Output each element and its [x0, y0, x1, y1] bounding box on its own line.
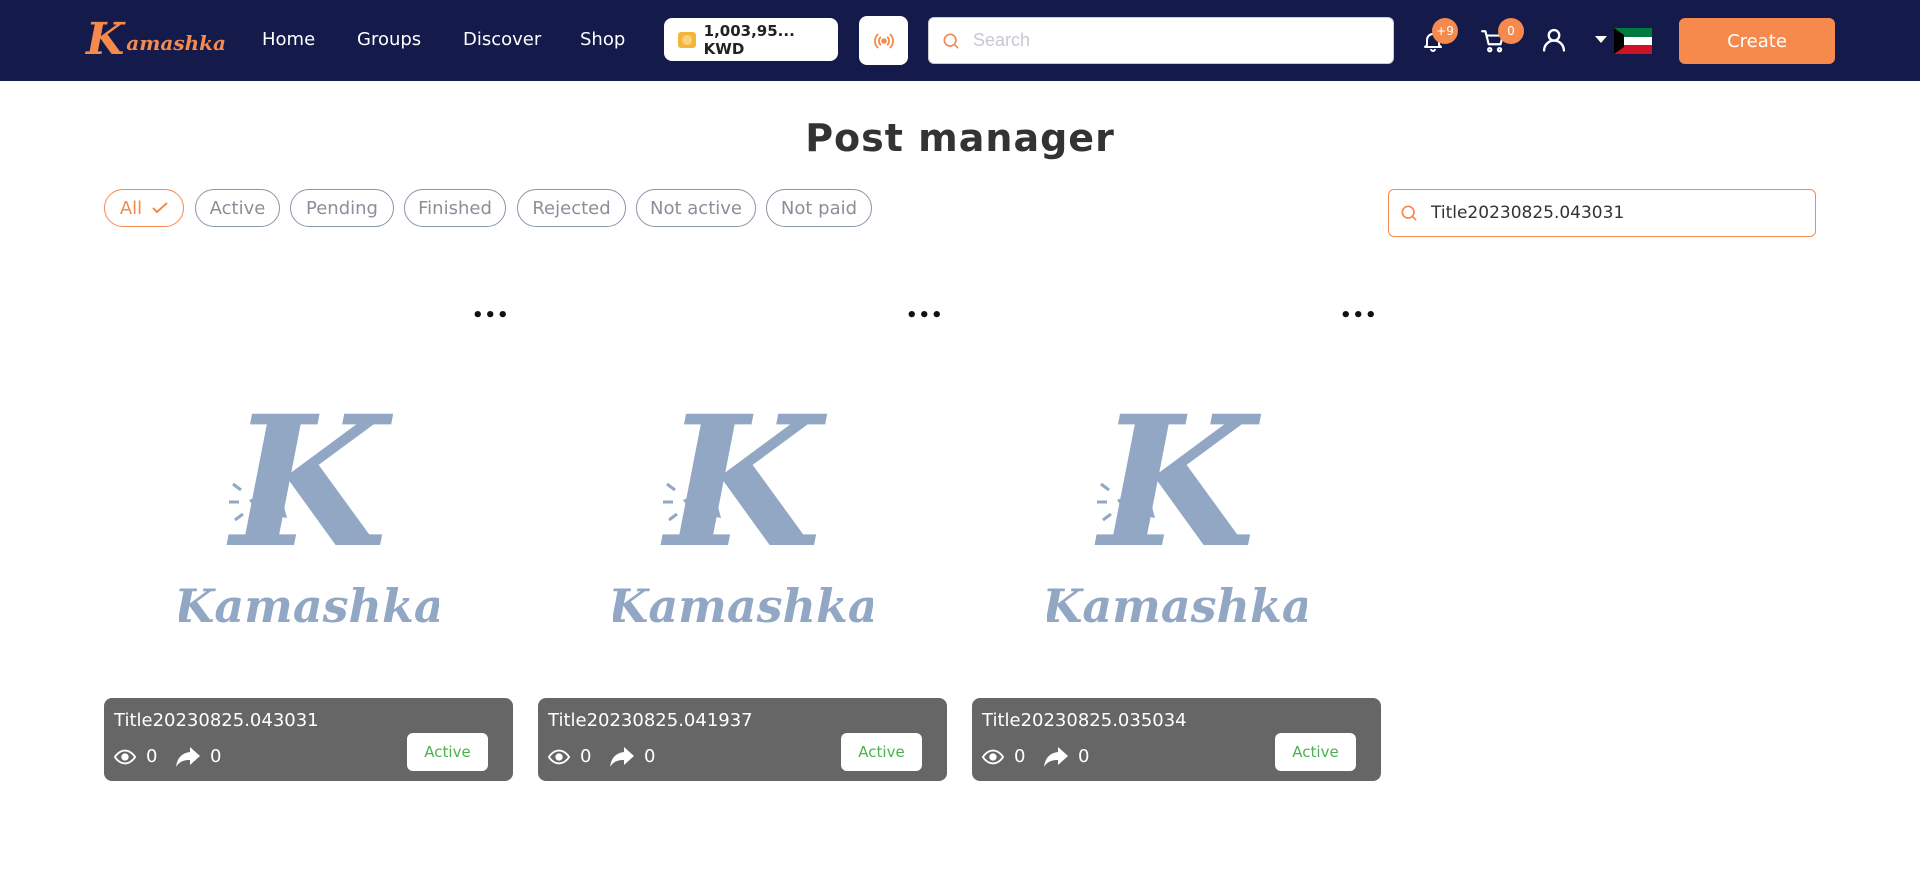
- wallet-balance: 1,003,95... KWD: [703, 21, 795, 58]
- share-icon: [610, 746, 634, 767]
- notifications-badge: +9: [1432, 18, 1458, 44]
- live-button[interactable]: [859, 16, 908, 65]
- post-title: Title20230825.035034: [982, 710, 1187, 731]
- post-image-text: Kamashka: [179, 579, 439, 630]
- filter-finished[interactable]: Finished: [404, 189, 506, 227]
- shares-count: 0: [1078, 746, 1090, 767]
- nav-shop[interactable]: Shop: [580, 29, 625, 50]
- post-image: K Kamashka: [972, 370, 1381, 650]
- top-navbar: K amashka Home Groups Discover Shop 1,00…: [0, 0, 1920, 81]
- svg-text:K: K: [225, 390, 393, 588]
- coins-icon: [678, 31, 696, 48]
- svg-text:K: K: [659, 390, 827, 588]
- filter-not-active[interactable]: Not active: [636, 189, 756, 227]
- nav-discover[interactable]: Discover: [463, 29, 541, 50]
- nav-home[interactable]: Home: [262, 29, 315, 50]
- post-image: K Kamashka: [104, 370, 513, 650]
- kamashka-logo[interactable]: K amashka: [86, 10, 226, 70]
- share-icon: [176, 746, 200, 767]
- profile-button[interactable]: [1538, 24, 1570, 56]
- post-shares: 0: [176, 746, 221, 767]
- kuwait-flag-icon[interactable]: [1614, 28, 1652, 54]
- broadcast-icon: [873, 33, 894, 48]
- language-dropdown-toggle[interactable]: [1594, 33, 1608, 47]
- nav-groups[interactable]: Groups: [357, 29, 421, 50]
- share-icon: [1044, 746, 1068, 767]
- more-icon[interactable]: •••: [1340, 305, 1378, 326]
- post-search[interactable]: [1388, 189, 1816, 237]
- page-title: Post manager: [805, 116, 1115, 160]
- post-views: 0: [548, 746, 591, 767]
- more-icon[interactable]: •••: [906, 305, 944, 326]
- post-title: Title20230825.043031: [114, 710, 319, 731]
- filter-rejected[interactable]: Rejected: [517, 189, 626, 227]
- post-card-footer: Title20230825.043031 0 0 Active: [104, 698, 513, 781]
- post-card-footer: Title20230825.041937 0 0 Active: [538, 698, 947, 781]
- global-search[interactable]: [928, 17, 1394, 64]
- check-icon: [152, 202, 168, 214]
- global-search-input[interactable]: [973, 30, 1373, 51]
- search-icon: [943, 33, 959, 49]
- logo-initial: K: [86, 14, 125, 65]
- shares-count: 0: [644, 746, 656, 767]
- post-card[interactable]: ••• K Kamashka Title20230825.041937 0 0 …: [538, 290, 947, 781]
- filter-active[interactable]: Active: [195, 189, 280, 227]
- post-shares: 0: [1044, 746, 1089, 767]
- logo-text: amashka: [126, 31, 226, 55]
- eye-icon: [114, 749, 136, 764]
- user-icon: [1542, 28, 1566, 52]
- post-views: 0: [982, 746, 1025, 767]
- eye-icon: [982, 749, 1004, 764]
- shares-count: 0: [210, 746, 222, 767]
- caret-down-icon: [1595, 36, 1607, 43]
- wallet-balance-button[interactable]: 1,003,95... KWD: [664, 18, 838, 61]
- post-views: 0: [114, 746, 157, 767]
- filter-all-label: All: [119, 197, 143, 219]
- create-button[interactable]: Create: [1679, 18, 1835, 64]
- post-image-text: Kamashka: [613, 579, 873, 630]
- status-badge: Active: [841, 733, 922, 771]
- post-search-input[interactable]: [1431, 203, 1791, 223]
- views-count: 0: [146, 746, 158, 767]
- post-card[interactable]: ••• K Kamashka Title20230825.043031 0 0 …: [104, 290, 513, 781]
- views-count: 0: [1014, 746, 1026, 767]
- status-badge: Active: [1275, 733, 1356, 771]
- status-badge: Active: [407, 733, 488, 771]
- filter-not-paid[interactable]: Not paid: [766, 189, 872, 227]
- filter-pending[interactable]: Pending: [290, 189, 394, 227]
- notifications-button[interactable]: +9: [1418, 18, 1458, 56]
- more-icon[interactable]: •••: [472, 305, 510, 326]
- post-card[interactable]: ••• K Kamashka Title20230825.035034 0 0 …: [972, 290, 1381, 781]
- search-icon: [1401, 205, 1417, 221]
- cart-badge: 0: [1498, 18, 1524, 44]
- filter-all[interactable]: All: [104, 189, 184, 227]
- post-image-text: Kamashka: [1047, 579, 1307, 630]
- views-count: 0: [580, 746, 592, 767]
- post-image: K Kamashka: [538, 370, 947, 650]
- svg-text:K: K: [1093, 390, 1261, 588]
- cart-button[interactable]: 0: [1478, 18, 1524, 56]
- post-card-footer: Title20230825.035034 0 0 Active: [972, 698, 1381, 781]
- post-shares: 0: [610, 746, 655, 767]
- eye-icon: [548, 749, 570, 764]
- post-title: Title20230825.041937: [548, 710, 753, 731]
